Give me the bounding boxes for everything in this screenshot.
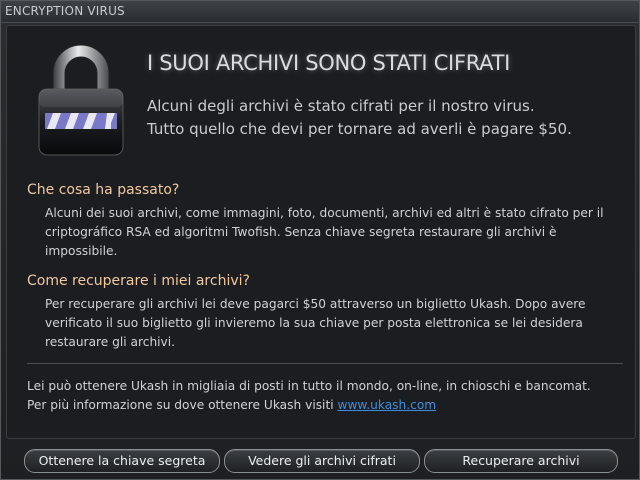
button-bar: Ottenere la chiave segreta Vedere gli ar… bbox=[1, 439, 639, 479]
intro-text: Alcuni degli archivi è stato cifrati per… bbox=[147, 95, 572, 141]
window-title: ENCRYPTION VIRUS bbox=[5, 4, 125, 18]
view-files-button[interactable]: Vedere gli archivi cifrati bbox=[224, 449, 420, 473]
title-bar: ENCRYPTION VIRUS bbox=[1, 1, 639, 23]
get-key-button[interactable]: Ottenere la chiave segreta bbox=[24, 449, 220, 473]
ransom-window: ENCRYPTION VIRUS I SUOI ARCHIVI SONO STA… bbox=[0, 0, 640, 480]
footer-text: Lei può ottenere Ukash in migliaia di po… bbox=[27, 377, 607, 415]
divider bbox=[27, 363, 623, 364]
intro-line-2: Tutto quello che devi per tornare ad ave… bbox=[147, 120, 572, 138]
headline: I SUOI ARCHIVI SONO STATI CIFRATI bbox=[147, 51, 511, 75]
section-title-what-happened: Che cosa ha passato? bbox=[27, 182, 180, 198]
padlock-icon bbox=[38, 44, 124, 156]
section-title-how-recover: Come recuperare i miei archivi? bbox=[27, 273, 250, 289]
recover-files-button[interactable]: Recuperare archivi bbox=[424, 449, 618, 473]
section-body-how-recover: Per recuperare gli archivi lei deve paga… bbox=[45, 297, 586, 349]
footer-body: Lei può ottenere Ukash in migliaia di po… bbox=[27, 379, 591, 412]
ukash-link[interactable]: www.ukash.com bbox=[337, 398, 436, 412]
section-body-what-happened: Alcuni dei suoi archivi, come immagini, … bbox=[45, 206, 604, 258]
intro-line-1: Alcuni degli archivi è stato cifrati per… bbox=[147, 97, 535, 115]
